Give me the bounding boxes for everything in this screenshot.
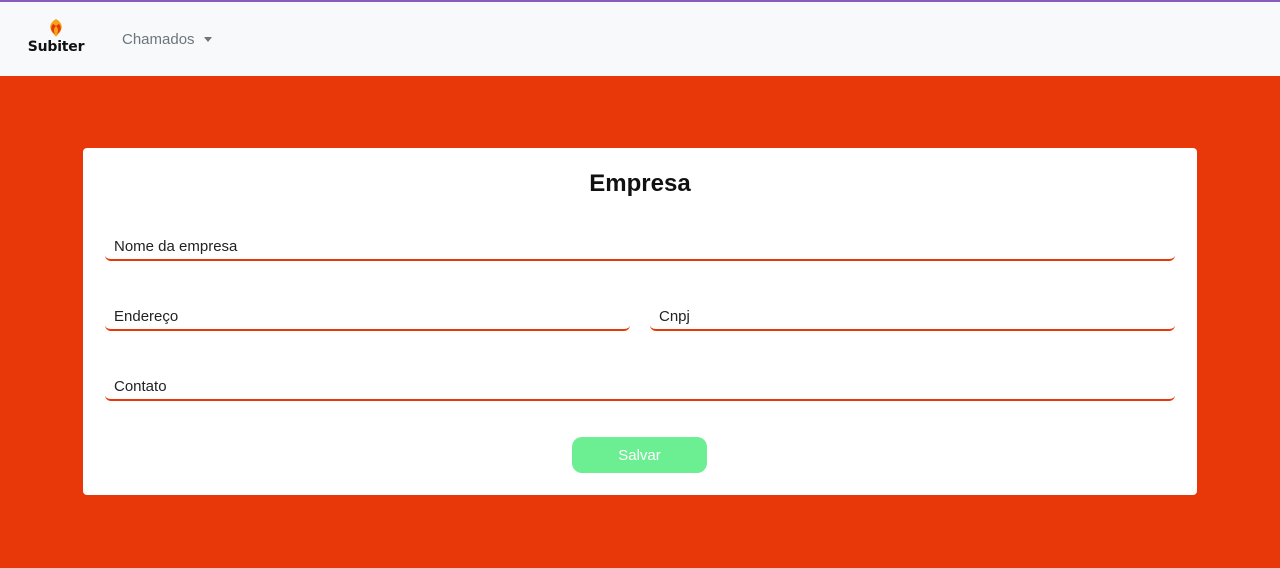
navbar: Subiter Chamados <box>0 2 1280 76</box>
nome-empresa-input[interactable] <box>105 233 1175 259</box>
flame-logo-icon <box>46 18 66 38</box>
endereco-field-wrapper <box>105 303 630 331</box>
chamados-dropdown-label: Chamados <box>122 31 195 48</box>
brand-logo[interactable]: Subiter <box>28 18 84 60</box>
cnpj-field-wrapper <box>650 303 1175 331</box>
contato-input[interactable] <box>105 373 1175 399</box>
chamados-dropdown[interactable]: Chamados <box>122 31 212 48</box>
save-button[interactable]: Salvar <box>572 437 707 473</box>
cnpj-input[interactable] <box>650 303 1175 329</box>
form-title: Empresa <box>589 170 691 197</box>
contato-field-wrapper <box>105 373 1175 401</box>
nome-empresa-field-wrapper <box>105 233 1175 261</box>
brand-name: Subiter <box>27 39 85 55</box>
caret-down-icon <box>203 37 212 42</box>
endereco-input[interactable] <box>105 303 630 329</box>
empresa-form-card: Empresa Salvar <box>83 148 1197 495</box>
